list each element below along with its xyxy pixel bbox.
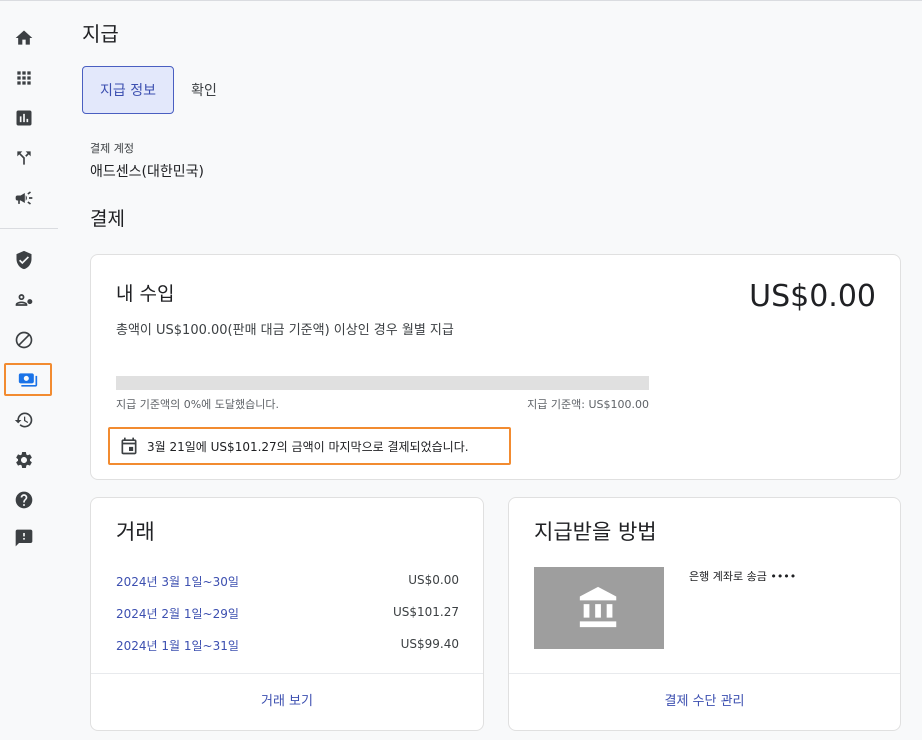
threshold-amount-text: 지급 기준액: US$100.00 bbox=[527, 398, 649, 411]
settings-icon[interactable] bbox=[8, 444, 40, 476]
section-title-payments: 결제 bbox=[90, 208, 125, 230]
brand-safety-icon[interactable] bbox=[8, 244, 40, 276]
earnings-title: 내 수입 bbox=[116, 283, 175, 305]
page-title: 지급 bbox=[82, 22, 119, 46]
earnings-description: 총액이 US$100.00(판매 대금 기준액) 이상인 경우 월별 지급 bbox=[116, 323, 454, 338]
payment-method-card: 지급받을 방법 은행 계좌로 송금 •••• 결제 수단 관리 bbox=[508, 497, 901, 731]
card-divider bbox=[509, 673, 900, 674]
table-row[interactable]: 2024년 1월 1일~31일 US$99.40 bbox=[116, 637, 459, 657]
threshold-progress-bar bbox=[116, 376, 649, 390]
campaign-icon[interactable] bbox=[8, 182, 40, 214]
sidebar bbox=[0, 1, 58, 740]
calendar-icon bbox=[121, 437, 137, 455]
threshold-progress-text: 지급 기준액의 0%에 도달했습니다. bbox=[116, 398, 279, 411]
earnings-amount: US$0.00 bbox=[749, 279, 876, 314]
last-payment-text: 3월 21일에 US$101.27의 금액이 마지막으로 결제되었습니다. bbox=[147, 440, 469, 454]
manage-payment-methods-link[interactable]: 결제 수단 관리 bbox=[509, 690, 900, 709]
last-payment-notice: 3월 21일에 US$101.27의 금액이 마지막으로 결제되었습니다. bbox=[108, 427, 511, 465]
transactions-card: 거래 2024년 3월 1일~30일 US$0.00 2024년 2월 1일~2… bbox=[90, 497, 484, 731]
payment-account-label: 결제 계정 bbox=[90, 142, 134, 155]
transaction-date-link[interactable]: 2024년 2월 1일~29일 bbox=[116, 605, 239, 622]
apps-icon[interactable] bbox=[8, 62, 40, 94]
view-transactions-link[interactable]: 거래 보기 bbox=[91, 690, 483, 709]
payment-account-value: 애드센스(대한민국) bbox=[90, 164, 204, 180]
table-row[interactable]: 2024년 2월 1일~29일 US$101.27 bbox=[116, 605, 459, 625]
tab-confirm[interactable]: 확인 bbox=[182, 66, 226, 114]
earnings-card: 내 수입 US$0.00 총액이 US$100.00(판매 대금 기준액) 이상… bbox=[90, 254, 901, 480]
transaction-amount: US$99.40 bbox=[400, 637, 459, 651]
payments-icon[interactable] bbox=[4, 363, 52, 396]
history-icon[interactable] bbox=[8, 404, 40, 436]
tab-payment-info[interactable]: 지급 정보 bbox=[82, 66, 174, 114]
top-border bbox=[0, 0, 922, 1]
home-icon[interactable] bbox=[8, 22, 40, 54]
optimization-icon[interactable] bbox=[8, 142, 40, 174]
sidebar-divider bbox=[0, 228, 58, 229]
transaction-amount: US$101.27 bbox=[392, 605, 459, 619]
help-icon[interactable] bbox=[8, 484, 40, 516]
feedback-icon[interactable] bbox=[8, 522, 40, 554]
account-access-icon[interactable] bbox=[8, 284, 40, 316]
table-row[interactable]: 2024년 3월 1일~30일 US$0.00 bbox=[116, 573, 459, 593]
transaction-date-link[interactable]: 2024년 3월 1일~30일 bbox=[116, 573, 239, 590]
blocking-icon[interactable] bbox=[8, 324, 40, 356]
bank-transfer-text: 은행 계좌로 송금 •••• bbox=[689, 570, 797, 583]
reports-icon[interactable] bbox=[8, 102, 40, 134]
payment-method-title: 지급받을 방법 bbox=[534, 520, 657, 544]
bank-icon bbox=[579, 586, 617, 628]
transactions-title: 거래 bbox=[116, 520, 155, 544]
bank-image bbox=[534, 567, 664, 649]
transaction-date-link[interactable]: 2024년 1월 1일~31일 bbox=[116, 637, 239, 654]
card-divider bbox=[91, 673, 483, 674]
transaction-amount: US$0.00 bbox=[408, 573, 459, 587]
